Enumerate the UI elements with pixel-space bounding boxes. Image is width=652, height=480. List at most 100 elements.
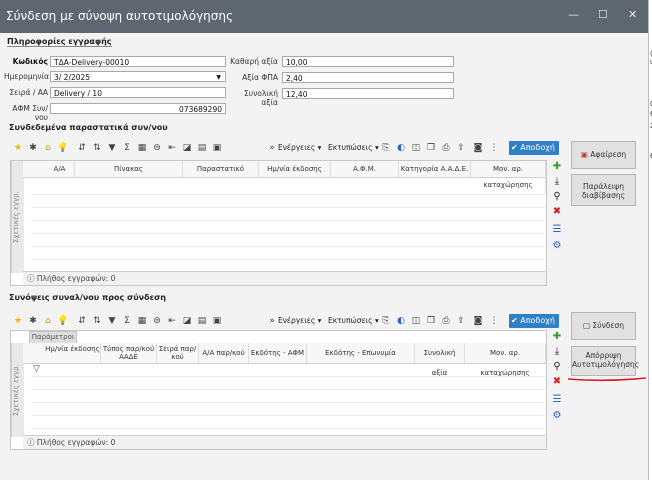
bulb-icon[interactable]: 💡 [57,141,69,155]
edit-icon[interactable]: ◪ [181,314,193,328]
export-icon[interactable]: ◐ [395,314,407,328]
first-record-icon[interactable]: ⇤ [166,141,178,155]
print-icon[interactable]: ⎙ [440,314,452,328]
sort-desc-icon[interactable]: ⇅ [91,314,103,328]
filter-icon[interactable]: ▼ [106,141,118,155]
column-header[interactable]: Σειρά παρ/κού [157,343,199,363]
edit-icon[interactable]: ◪ [181,141,193,155]
column-header[interactable]: Παραστατικό [183,161,259,177]
list-icon[interactable]: ☰ [550,394,564,406]
column-header[interactable]: Τύπος παρ/κού ΑΑΔΕ [101,343,157,363]
reject-self-billing-button[interactable]: Απόρριψη Αυτοτιμολόγησης [571,346,639,376]
actions-menu[interactable]: Ενέργειες ▾ [278,316,321,325]
maximize-button[interactable]: ☐ [598,8,608,21]
group-icon[interactable]: ⊜ [151,314,163,328]
add-icon[interactable]: ✚ [550,331,564,343]
save-icon[interactable]: ▣ [211,314,223,328]
column-header[interactable]: Α.Φ.Μ. [331,161,399,177]
remove-doc-icon: ▣ [580,150,588,159]
sum-icon[interactable]: Σ [121,314,133,328]
document-icon[interactable]: ⎘ [380,314,392,328]
accept-button[interactable]: ✔ Αποδοχή [509,314,559,328]
column-header[interactable]: Α/Α [45,161,75,177]
remove-icon[interactable]: ✖ [550,376,564,388]
series-field[interactable]: Delivery / 10 [50,87,226,98]
copy-icon[interactable]: ❐ [425,141,437,155]
column-header[interactable]: Ημ/νία έκδοσης [259,161,331,177]
import-icon[interactable]: ⤓ [550,176,564,188]
add-icon[interactable]: ✚ [550,161,564,173]
pin-icon[interactable]: ✱ [27,141,39,155]
grid-icon[interactable]: ▦ [136,141,148,155]
settings-icon[interactable]: ⚙ [550,240,564,252]
share-icon[interactable]: ⇪ [455,141,467,155]
print-menu[interactable]: Εκτυπώσεις ▾ [328,316,379,325]
grid-icon[interactable]: ▦ [136,314,148,328]
share-icon[interactable]: ⇪ [455,314,467,328]
sort-asc-icon[interactable]: ⇵ [76,141,88,155]
column-header[interactable]: Εκδότης - ΑΦΜ [249,343,307,363]
delete-rows-icon[interactable]: ▤ [196,141,208,155]
export-icon[interactable]: ◐ [395,141,407,155]
sum-icon[interactable]: Σ [121,141,133,155]
summaries-toolbar: ★ ✱ ⌂ 💡 ⇵ ⇅ ▼ Σ ▦ ⊜ ⇤ ◪ ▤ ▣ » Ενέργειες … [10,314,565,330]
import-icon[interactable]: ⤓ [550,346,564,358]
camera-icon[interactable]: ◙ [472,141,484,155]
sort-desc-icon[interactable]: ⇅ [91,141,103,155]
link-button[interactable]: ▢ Σύνδεση [571,312,636,340]
close-button[interactable]: ✕ [628,8,637,21]
linked-grid: Σχετικές εγγρ. Α/Α Πίνακας Παραστατικό Η… [10,160,547,286]
delete-rows-icon[interactable]: ▤ [196,314,208,328]
star-icon[interactable]: ★ [12,141,24,155]
actions-menu[interactable]: Ενέργειες ▾ [278,143,321,152]
star-icon[interactable]: ★ [12,314,24,328]
chart-icon[interactable]: ◫ [410,141,422,155]
column-header[interactable]: Μον. αρ. καταχώρησης [471,161,546,193]
column-header[interactable]: Κατηγορία Α.Α.Δ.Ε. [399,161,471,177]
options-icon[interactable]: ⋮ [488,314,500,328]
bulb-icon[interactable]: 💡 [57,314,69,328]
remove-button[interactable]: ▣ Αφαίρεση [571,141,636,169]
column-header[interactable]: Μον. αρ. καταχώρησης [465,343,546,377]
remove-icon[interactable]: ✖ [550,206,564,218]
filter-row-icon[interactable]: ▽ [33,364,40,374]
net-value-field[interactable]: 10,00 [282,56,454,67]
date-field[interactable]: 3/ 2/2025 ▼ [50,71,226,82]
options-icon[interactable]: ⋮ [488,141,500,155]
group-icon[interactable]: ⊜ [151,141,163,155]
minimize-button[interactable]: — [568,8,579,21]
vat-value-field[interactable]: 2,40 [282,72,454,83]
accept-button[interactable]: ✔ Αποδοχή [509,141,559,155]
lock-icon[interactable]: ⌂ [42,314,54,328]
save-icon[interactable]: ▣ [211,141,223,155]
search-icon[interactable]: ⚲ [550,361,564,373]
document-icon[interactable]: ⎘ [380,141,392,155]
skip-transmission-button[interactable]: Παράλειψη διαβίβασης [571,174,636,206]
code-field[interactable]: ΤΔΑ-Delivery-00010 [50,56,226,67]
filter-icon[interactable]: ▼ [106,314,118,328]
more-icon[interactable]: » [266,314,278,328]
column-header[interactable]: Α/Α παρ/κού [199,343,249,363]
afm-label: ΑΦΜ Συν/νου [12,104,48,122]
column-header[interactable]: Εκδότης - Επωνυμία [307,343,415,363]
lock-icon[interactable]: ⌂ [42,141,54,155]
more-icon[interactable]: » [266,141,278,155]
sort-asc-icon[interactable]: ⇵ [76,314,88,328]
column-header[interactable]: Πίνακας [75,161,183,177]
afm-field[interactable]: 073689290 [50,103,226,114]
search-icon[interactable]: ⚲ [550,191,564,203]
list-icon[interactable]: ☰ [550,224,564,236]
chart-icon[interactable]: ◫ [410,314,422,328]
summaries-grid: Παράμετροι Σχετικές εγγρ. Ημ/νία έκδοσης… [10,330,547,450]
print-menu[interactable]: Εκτυπώσεις ▾ [328,143,379,152]
pin-icon[interactable]: ✱ [27,314,39,328]
camera-icon[interactable]: ◙ [472,314,484,328]
total-value-field[interactable]: 12,40 [282,88,454,99]
chevron-down-icon[interactable]: ▼ [216,72,221,83]
settings-icon[interactable]: ⚙ [550,410,564,422]
first-record-icon[interactable]: ⇤ [166,314,178,328]
print-icon[interactable]: ⎙ [440,141,452,155]
column-header[interactable]: Ημ/νία έκδοσης [45,343,101,363]
copy-icon[interactable]: ❐ [425,314,437,328]
column-header[interactable]: Συνολική αξία [415,343,465,377]
